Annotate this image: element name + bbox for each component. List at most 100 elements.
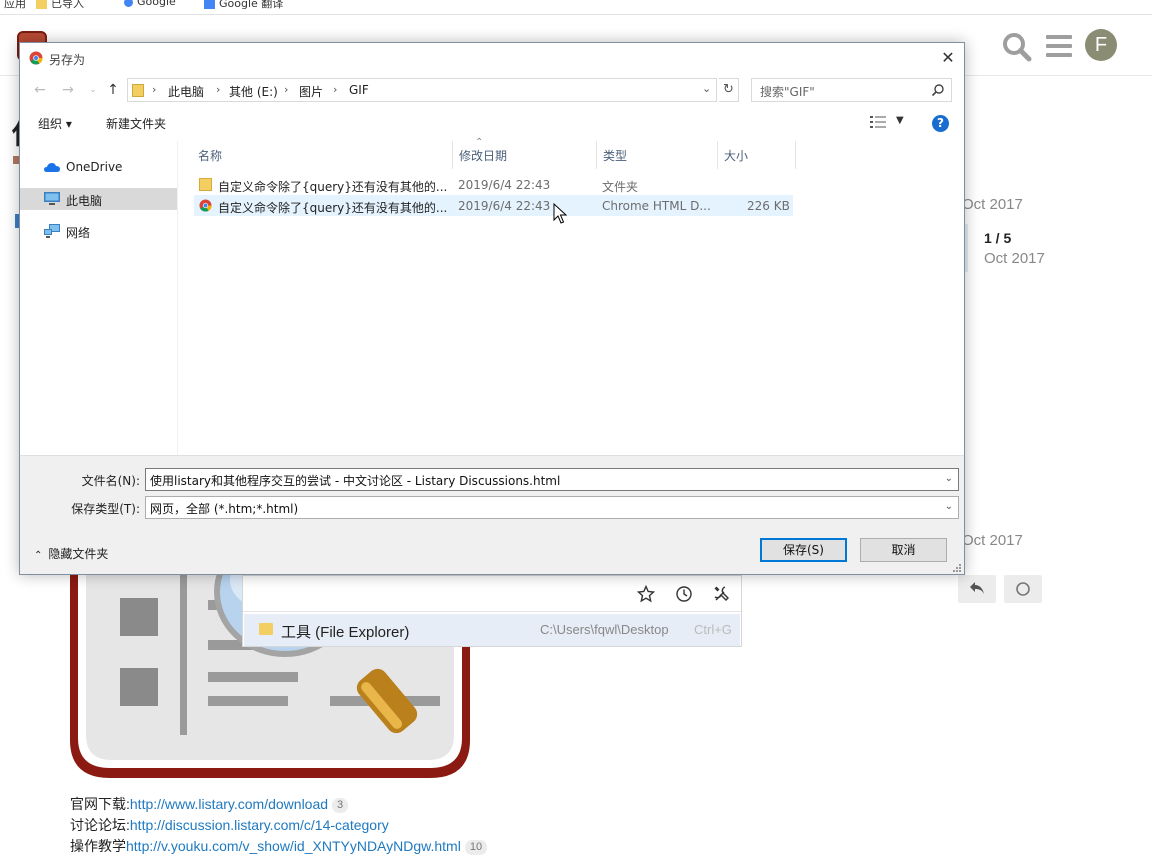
dialog-title: 另存为 [49,53,86,67]
save-button[interactable]: 保存(S) [760,538,847,562]
search-input[interactable]: 搜索"GIF" [751,78,952,102]
back-button[interactable]: ← [31,81,49,99]
link-row-forum: 讨论论坛:http://discussion.listary.com/c/14-… [70,815,487,836]
chevron-down-icon[interactable]: ⌄ [945,501,953,512]
save-as-dialog: 另存为 ✕ ← → ⌄ ↑ › 此电脑 › 其他 (E:) › 图片 › GIF… [19,42,965,575]
filename-label: 文件名(N): [81,474,140,488]
nav-item-network[interactable]: 网络 [20,220,177,242]
timeline-date-top[interactable]: Oct 2017 [962,196,1023,213]
translate-icon [204,0,215,9]
listary-result-item[interactable]: 工具 (File Explorer) C:\Users\fqwl\Desktop… [244,614,740,646]
bookmark-google[interactable]: Google [124,0,176,8]
file-row-folder[interactable]: 自定义命令除了{query}还有没有其他的... 2019/6/4 22:43 … [194,174,793,195]
result-shortcut: Ctrl+G [694,622,732,637]
save-options-pane: 文件名(N): 使用listary和其他程序交互的尝试 - 中文讨论区 - Li… [20,455,964,574]
nav-item-label: 网络 [66,226,91,240]
tools-icon[interactable] [713,585,731,603]
file-type: 文件夹 [602,180,639,194]
folder-icon [36,0,47,9]
column-header-size[interactable]: 大小 [718,141,796,169]
folder-icon [259,623,273,635]
download-link[interactable]: http://www.listary.com/download [130,796,328,812]
tutorial-link[interactable]: http://v.youku.com/v_show/id_XNTYyNDAyND… [126,838,461,854]
filetype-value: 网页，全部 (*.htm;*.html) [150,502,299,516]
nav-item-onedrive[interactable]: OneDrive [20,156,177,178]
bookmark-google-translate-label: Google 翻译 [219,0,284,10]
filetype-select[interactable]: 网页，全部 (*.htm;*.html) ⌄ [145,496,959,519]
up-button[interactable]: ↑ [104,81,122,99]
nav-item-this-pc[interactable]: 此电脑 [20,188,177,210]
chevron-down-icon[interactable]: ⌄ [702,82,711,95]
avatar[interactable]: F [1085,29,1117,61]
onedrive-icon [44,163,60,172]
search-icon[interactable] [1002,32,1032,62]
file-date: 2019/6/4 22:43 [458,178,551,192]
breadcrumb-this-pc[interactable]: 此电脑 [168,83,204,100]
hide-folders-toggle[interactable]: ⌃ 隐藏文件夹 [34,545,108,562]
listary-toolbar [243,576,741,612]
file-list: ⌃ 名称 修改日期 类型 大小 自定义命令除了{query}还有没有其他的...… [180,137,964,455]
network-icon [44,224,60,238]
link-label: 官网下载: [70,796,130,812]
file-name: 自定义命令除了{query}还有没有其他的... [218,180,448,194]
bookmark-apps[interactable]: 应用 [4,0,26,11]
address-bar[interactable]: › 此电脑 › 其他 (E:) › 图片 › GIF ⌄ [127,78,717,102]
listary-popup: 工具 (File Explorer) C:\Users\fqwl\Desktop… [242,575,742,647]
chevron-down-icon[interactable]: ⌄ [945,473,953,484]
view-options-icon[interactable] [870,115,886,129]
hide-folders-label: 隐藏文件夹 [48,547,109,561]
link-label: 讨论论坛: [70,817,130,833]
column-header-type[interactable]: 类型 [597,141,718,169]
bookmark-imported-label: 已导入 [51,0,84,10]
bookmark-google-translate[interactable]: Google 翻译 [204,0,283,11]
forward-button[interactable]: → [59,81,77,99]
circle-icon [1016,582,1030,596]
dialog-titlebar[interactable]: 另存为 ✕ [20,43,964,74]
bookmark-imported[interactable]: 已导入 [36,0,84,11]
filename-input[interactable]: 使用listary和其他程序交互的尝试 - 中文讨论区 - Listary Di… [145,468,959,491]
navigation-pane: OneDrive 此电脑 网络 [20,141,178,455]
link-label: 操作教学 [70,838,126,854]
status-button[interactable] [1004,575,1042,603]
post-links: 官网下载:http://www.listary.com/download 3 讨论… [70,794,488,857]
column-header-name[interactable]: 名称 [192,141,453,169]
file-date: 2019/6/4 22:43 [458,199,551,213]
forum-link[interactable]: http://discussion.listary.com/c/14-categ… [130,817,389,833]
navigation-row: ← → ⌄ ↑ › 此电脑 › 其他 (E:) › 图片 › GIF ⌄ ↻ 搜… [20,75,964,105]
column-header-date[interactable]: 修改日期 [453,141,597,169]
breadcrumb-pictures[interactable]: 图片 [299,83,323,100]
mouse-cursor-icon [553,203,567,224]
close-button[interactable]: ✕ [940,49,956,67]
nav-item-label: OneDrive [66,160,123,174]
filetype-label: 保存类型(T): [71,502,140,516]
timeline-date-current: Oct 2017 [984,250,1045,267]
chevron-up-icon: ⌃ [34,550,43,561]
help-icon[interactable]: ? [932,115,949,132]
filename-value: 使用listary和其他程序交互的尝试 - 中文讨论区 - Listary Di… [150,474,561,488]
recent-locations-dropdown[interactable]: ⌄ [84,81,102,99]
chrome-icon [29,51,43,65]
computer-icon [44,192,60,205]
file-name: 自定义命令除了{query}还有没有其他的... [218,201,448,215]
breadcrumb-drive-e[interactable]: 其他 (E:) [229,83,278,100]
timeline-date-bottom[interactable]: Oct 2017 [962,532,1023,549]
new-folder-button[interactable]: 新建文件夹 [106,115,166,132]
organize-menu[interactable]: 组织 ▾ [38,115,72,132]
refresh-button[interactable]: ↻ [719,78,739,102]
bookmark-google-label: Google [137,0,176,8]
nav-item-label: 此电脑 [66,194,103,208]
star-icon[interactable] [637,585,655,603]
history-icon[interactable] [675,585,693,603]
resize-grip-icon[interactable] [952,563,962,573]
search-icon [931,84,944,97]
cancel-button[interactable]: 取消 [860,538,947,562]
reply-button[interactable] [958,575,996,603]
timeline-post-count: 1 / 5 [984,230,1012,246]
link-row-download: 官网下载:http://www.listary.com/download 3 [70,794,487,815]
file-row-html[interactable]: 自定义命令除了{query}还有没有其他的... 2019/6/4 22:43 … [194,195,793,216]
click-count-badge: 10 [464,840,488,855]
click-count-badge: 3 [332,798,349,813]
hamburger-menu-icon[interactable] [1046,35,1072,59]
breadcrumb-gif[interactable]: GIF [349,83,369,97]
chevron-down-icon[interactable]: ▼ [896,115,904,126]
